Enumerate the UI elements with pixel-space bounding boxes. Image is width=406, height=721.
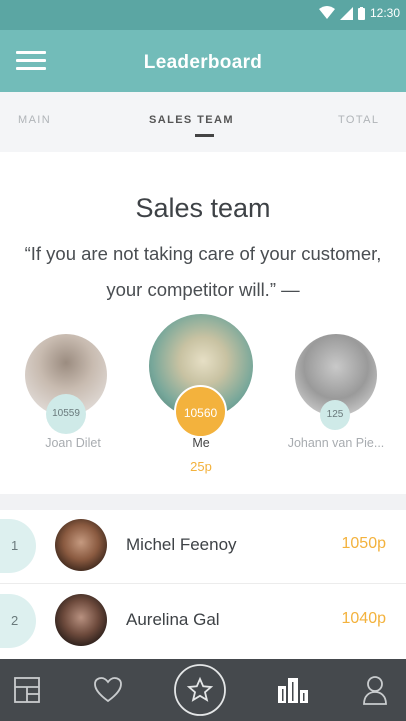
- status-bar: 12:30: [0, 0, 406, 30]
- signal-icon: [339, 6, 353, 20]
- status-time: 12:30: [369, 6, 400, 20]
- leaderboard-bars-icon: [278, 678, 308, 703]
- tab-sales-team[interactable]: SALES TEAM: [149, 114, 234, 126]
- nav-achievements[interactable]: [170, 659, 230, 721]
- podium-name: Johann van Pie...: [287, 436, 385, 450]
- score-badge: 125: [320, 400, 350, 430]
- score-badge: 10559: [46, 394, 86, 434]
- user-score: 1050p: [341, 535, 387, 552]
- section-divider: [0, 494, 406, 510]
- podium-name-me: Me: [192, 436, 210, 450]
- nav-leaderboard[interactable]: [263, 659, 323, 721]
- list-item[interactable]: 1 Michel Feenoy 1050p: [0, 510, 406, 584]
- user-score: 1040p: [341, 610, 387, 627]
- page-title: Leaderboard: [143, 52, 263, 73]
- profile-icon: [363, 676, 387, 705]
- dashboard-grid-icon: [14, 677, 40, 703]
- heart-icon: [94, 677, 122, 703]
- rank-badge: 1: [0, 519, 36, 573]
- user-name: Michel Feenoy: [126, 535, 237, 554]
- tab-main[interactable]: MAIN: [18, 114, 51, 126]
- my-points: 25p: [190, 459, 212, 474]
- status-icons: 12:30: [318, 6, 400, 20]
- avatar: [55, 594, 107, 646]
- tab-bar: MAIN SALES TEAM TOTAL: [0, 92, 406, 152]
- podium-name: Joan Dilet: [45, 436, 101, 450]
- tab-total[interactable]: TOTAL: [338, 114, 379, 126]
- battery-icon: [357, 6, 365, 20]
- nav-profile[interactable]: [345, 659, 405, 721]
- nav-dashboard[interactable]: [0, 659, 57, 721]
- app-bar: Leaderboard: [0, 30, 406, 92]
- nav-favorites[interactable]: [78, 659, 138, 721]
- user-name: Aurelina Gal: [126, 610, 220, 629]
- avatar: [55, 519, 107, 571]
- star-icon: [174, 664, 226, 716]
- team-heading: Sales team: [135, 193, 271, 223]
- team-quote: “If you are not taking care of your cust…: [24, 243, 382, 300]
- rank-badge: 2: [0, 594, 36, 648]
- bottom-nav: [0, 659, 406, 721]
- score-badge-me: 10560: [174, 385, 227, 438]
- wifi-icon: [318, 6, 335, 19]
- active-tab-indicator: [195, 134, 214, 137]
- list-item[interactable]: 2 Aurelina Gal 1040p: [0, 585, 406, 659]
